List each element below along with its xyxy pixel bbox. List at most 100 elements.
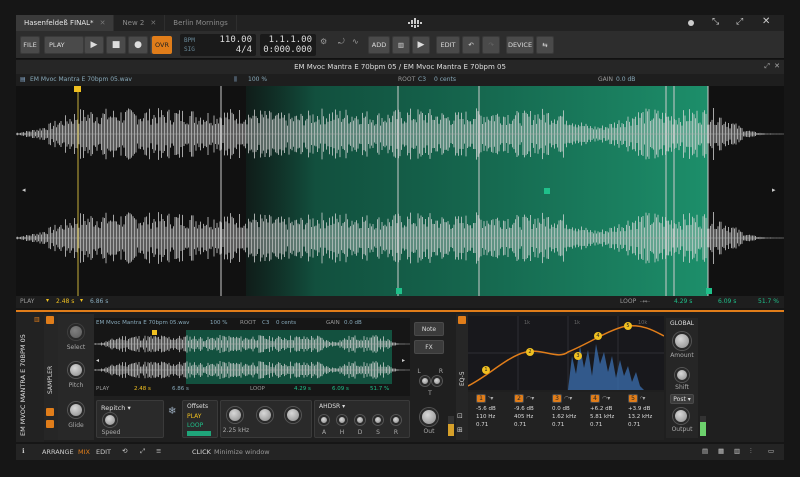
pitch-knob[interactable] <box>68 362 84 378</box>
release-knob[interactable] <box>391 415 401 425</box>
tab-project[interactable]: Hasenfeldeß FINAL* ✕ <box>16 15 115 31</box>
select-knob[interactable] <box>68 324 84 340</box>
eq-mode-icon[interactable]: ⊡ <box>457 412 463 420</box>
output-knob[interactable] <box>420 408 438 426</box>
list-icon[interactable]: ≡ <box>156 447 161 455</box>
gain-value[interactable]: 0.0 dB <box>616 76 635 83</box>
sampler-waveform[interactable]: ◂ ▸ <box>94 330 410 384</box>
eq-band-freq[interactable]: 405 Hz <box>514 414 546 420</box>
eq-band-gain[interactable]: -5.6 dB <box>476 406 508 412</box>
sampler-zoom[interactable]: 100 % <box>210 320 227 326</box>
panel-icon[interactable]: ▭ <box>768 447 774 455</box>
play-start-value[interactable]: 2.48 s <box>56 298 74 305</box>
glide-knob[interactable] <box>68 402 84 418</box>
mixer-icon[interactable]: ▥ <box>392 36 410 54</box>
arrange-tab[interactable]: ARRANGE <box>42 448 74 456</box>
eq-band-number[interactable]: 5 <box>628 394 638 403</box>
eq-band-handle[interactable]: 2 <box>526 348 534 356</box>
eq-band-handle[interactable]: 4 <box>594 332 602 340</box>
loop-start-handle[interactable] <box>396 288 402 294</box>
eq-band-handle[interactable]: 5 <box>624 322 632 330</box>
eq-band-gain[interactable]: +6.2 dB <box>590 406 622 412</box>
eq-band-type-icon[interactable]: ◠▾ <box>602 395 610 402</box>
device-button[interactable]: DEVICE <box>506 36 534 54</box>
sampler-root-value[interactable]: C3 <box>262 320 269 326</box>
info-icon[interactable]: ℹ <box>22 447 24 455</box>
edit-button[interactable]: EDIT <box>436 36 460 54</box>
play-button[interactable]: ▶ <box>84 36 104 54</box>
tempo-display[interactable]: BPM SIG 110.00 4/4 <box>180 34 256 56</box>
eq-band-freq[interactable]: 13.2 kHz <box>628 414 662 420</box>
modulator-icon[interactable] <box>46 408 54 416</box>
play-mode-button[interactable]: PLAY <box>44 36 84 54</box>
attack-knob[interactable] <box>319 415 329 425</box>
eq-power-icon[interactable] <box>458 316 466 324</box>
eq-band-q[interactable]: 0.71 <box>590 422 622 428</box>
root-value[interactable]: C3 <box>418 76 426 83</box>
scroll-left-icon[interactable]: ◂ <box>96 357 99 364</box>
left-knob[interactable] <box>420 376 430 386</box>
mixer-view-icon[interactable]: ⫶ <box>750 447 752 456</box>
mix-tab[interactable]: MIX <box>78 448 90 456</box>
mode-select[interactable]: Repitch ▾ <box>101 404 131 412</box>
eq-band-freq[interactable]: 110 Hz <box>476 414 508 420</box>
power-icon[interactable] <box>46 316 54 324</box>
sustain-knob[interactable] <box>373 415 383 425</box>
eq-band-q[interactable]: 0.71 <box>552 422 584 428</box>
eq-band-type-icon[interactable]: ◜▾ <box>640 395 645 402</box>
eq-band-type-icon[interactable]: ◠▾ <box>526 395 534 402</box>
eq-band-gain[interactable]: 0.0 dB <box>552 406 584 412</box>
zoom-value[interactable]: 100 % <box>248 76 267 83</box>
sampler-loop-end[interactable]: 6.09 s <box>332 386 349 392</box>
eq-analyzer-icon[interactable]: ⊞ <box>457 426 463 434</box>
close-window-icon[interactable]: ✕ <box>762 16 770 27</box>
undo-icon[interactable]: ↶ <box>462 36 480 54</box>
record-dot-icon[interactable] <box>688 20 694 26</box>
gain-handle[interactable] <box>544 188 550 194</box>
loop-tool-icon[interactable]: ⟲ <box>122 447 127 455</box>
scroll-right-icon[interactable]: ▸ <box>772 186 776 194</box>
eq-band-freq[interactable]: 5.81 kHz <box>590 414 622 420</box>
sampler-cents[interactable]: 0 cents <box>276 320 296 326</box>
device-panel-icon[interactable]: ⇆ <box>536 36 554 54</box>
eq-band-number[interactable]: 1 <box>476 394 486 403</box>
arrow-right-icon[interactable]: ▶ <box>412 36 430 54</box>
curve-icon[interactable]: ∿ <box>352 37 359 46</box>
browser-icon[interactable]: ▤ <box>702 447 708 455</box>
automation-icon[interactable]: ⤾ <box>338 37 345 47</box>
amount-knob[interactable] <box>673 332 691 350</box>
loop-end-handle[interactable] <box>706 288 712 294</box>
scroll-left-icon[interactable]: ◂ <box>22 186 26 194</box>
close-icon[interactable]: ✕ <box>100 19 106 27</box>
speed-knob[interactable] <box>103 413 117 427</box>
offset-loop[interactable]: LOOP <box>187 422 203 429</box>
eq-band-number[interactable]: 3 <box>552 394 562 403</box>
eq-band-gain[interactable]: +3.9 dB <box>628 406 662 412</box>
offset-bar[interactable] <box>187 431 211 436</box>
freeze-icon[interactable]: ❄ <box>168 406 176 417</box>
popout-icon[interactable]: ⤢ <box>764 62 770 71</box>
eq-band-gain[interactable]: -9.6 dB <box>514 406 546 412</box>
tab-project[interactable]: Berlin Mornings <box>165 15 237 31</box>
loop-mode-icon[interactable]: ⇢⇠ <box>640 298 650 305</box>
loop-percent-value[interactable]: 51.7 % <box>758 298 779 305</box>
eq-band-number[interactable]: 2 <box>514 394 524 403</box>
cents-value[interactable]: 0 cents <box>434 76 456 83</box>
grid-icon[interactable]: ▦ <box>718 447 724 455</box>
eq-band-q[interactable]: 0.71 <box>476 422 508 428</box>
eq-band-q[interactable]: 0.71 <box>514 422 546 428</box>
hold-knob[interactable] <box>337 415 347 425</box>
post-select[interactable]: Post ▾ <box>670 394 694 404</box>
right-knob[interactable] <box>432 376 442 386</box>
redo-icon[interactable]: ↷ <box>482 36 500 54</box>
filter-freq-knob[interactable] <box>227 407 243 423</box>
time-signature-value[interactable]: 4/4 <box>236 45 252 55</box>
expand-icon[interactable]: ⤢ <box>140 447 145 456</box>
add-button[interactable]: ADD <box>368 36 390 54</box>
play-start-handle[interactable] <box>74 86 81 92</box>
eq-output-knob[interactable] <box>673 408 689 424</box>
ahdsr-label[interactable]: AHDSR ▾ <box>319 403 345 410</box>
offset-play[interactable]: PLAY <box>187 413 201 420</box>
expand-icon[interactable] <box>46 420 54 428</box>
sampler-loop-percent[interactable]: 51.7 % <box>370 386 389 392</box>
